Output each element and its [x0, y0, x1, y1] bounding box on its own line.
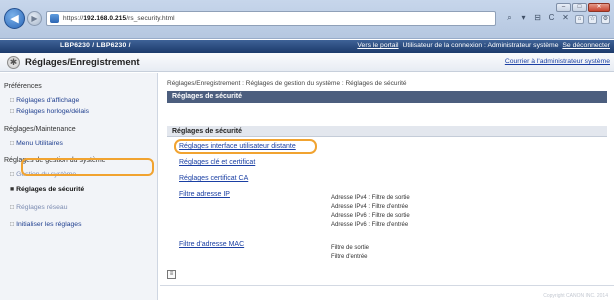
highlight-sidebar — [21, 158, 154, 176]
sidebar-section-preferences: Préférences — [4, 83, 42, 90]
sidebar: Préférences □ Réglages d'affichage □ Régla… — [0, 73, 158, 300]
address-bar[interactable]: https://192.168.0.215/rs_security.html — [46, 11, 496, 26]
ip-filter-line: Adresse IPv4 : Filtre de sortie — [331, 195, 410, 201]
link-ca-certificate-settings[interactable]: Réglages certificat CA — [179, 175, 248, 182]
browser-toolbar-icons: ⌂ ☆ ⚙ — [575, 15, 610, 24]
settings-icon[interactable]: ⚙ — [601, 15, 610, 24]
maximize-button[interactable]: □ — [572, 3, 587, 12]
bullet-icon: □ — [10, 97, 15, 104]
refresh-icon[interactable]: C — [547, 13, 556, 23]
highlight-remote-ui-link — [174, 139, 317, 154]
portal-link[interactable]: Vers le portail — [357, 42, 398, 49]
sidebar-item-label: Réglages réseau — [16, 204, 68, 211]
bullet-icon: □ — [10, 171, 15, 178]
header-right: Vers le portail Utilisateur de la connex… — [357, 42, 610, 49]
bullet-icon: ■ — [10, 186, 15, 193]
sidebar-item-label: Initialiser les réglages — [16, 221, 82, 228]
address-tools: ⌕ ▾ ⊟ C ✕ — [505, 13, 570, 23]
window-controls: – □ ✕ — [556, 3, 610, 12]
user-label: Utilisateur de la connexion : Administra… — [402, 42, 559, 49]
sidebar-item-utilities-menu[interactable]: □ Menu Utilitaires — [10, 140, 63, 147]
ip-filter-info: Adresse IPv4 : Filtre de sortie Adresse … — [331, 194, 410, 230]
sidebar-section-maintenance: Réglages/Maintenance — [4, 126, 76, 133]
arrow-left-icon: ◀ — [10, 13, 19, 25]
browser-chrome: – □ ✕ ◀ ▶ https://192.168.0.215/rs_secur… — [0, 0, 614, 39]
link-mac-address-filter[interactable]: Filtre d'adresse MAC — [179, 241, 244, 248]
dropdown-icon[interactable]: ▾ — [519, 13, 528, 23]
bullet-icon: □ — [10, 221, 15, 228]
page-icon — [50, 14, 59, 23]
mac-filter-info: Filtre de sortie Filtre d'entrée — [331, 244, 369, 262]
url-text: https://192.168.0.215/rs_security.html — [63, 15, 175, 22]
main-content: Réglages/Enregistrement : Réglages de ge… — [160, 73, 614, 300]
mac-filter-line: Filtre de sortie — [331, 245, 370, 251]
section-heading: Réglages de sécurité — [167, 126, 607, 137]
sidebar-item-label: Réglages horloge/délais — [16, 108, 90, 115]
search-icon[interactable]: ⌕ — [505, 13, 514, 23]
url-path: /rs_security.html — [126, 15, 175, 22]
link-ip-address-filter[interactable]: Filtre adresse IP — [179, 191, 230, 198]
printer-model: LBP6230 / LBP6230 / — [60, 42, 131, 49]
url-prefix: https:// — [63, 15, 84, 22]
arrow-right-icon: ▶ — [31, 14, 38, 23]
sidebar-item-network-settings[interactable]: □ Réglages réseau — [10, 204, 68, 211]
page-title: Réglages/Enregistrement — [25, 57, 140, 68]
ip-filter-line: Adresse IPv6 : Filtre de sortie — [331, 213, 410, 219]
title-bar: ✱ Réglages/Enregistrement Courrier à l'a… — [0, 53, 614, 72]
bullet-icon: □ — [10, 108, 15, 115]
sidebar-item-clock-settings[interactable]: □ Réglages horloge/délais — [10, 108, 89, 115]
favorites-icon[interactable]: ☆ — [588, 15, 597, 24]
close-window-button[interactable]: ✕ — [588, 3, 610, 12]
bullet-icon: □ — [10, 140, 15, 147]
printer-header-bar: LBP6230 / LBP6230 / Vers le portail Util… — [0, 40, 614, 53]
breadcrumb: Réglages/Enregistrement : Réglages de ge… — [167, 80, 407, 87]
home-icon[interactable]: ⌂ — [575, 15, 584, 24]
sidebar-item-label: Réglages de sécurité — [16, 186, 85, 193]
ip-filter-line: Adresse IPv6 : Filtre d'entrée — [331, 222, 409, 228]
mac-filter-line: Filtre d'entrée — [331, 254, 368, 260]
bullet-icon: □ — [10, 204, 15, 211]
sidebar-item-label: Menu Utilitaires — [16, 140, 63, 147]
sidebar-item-label: Réglages d'affichage — [16, 97, 80, 104]
logout-link[interactable]: Se déconnecter — [562, 42, 610, 49]
url-host: 192.168.0.215 — [83, 15, 127, 22]
sidebar-item-security-settings[interactable]: ■ Réglages de sécurité — [10, 186, 84, 193]
footer-divider — [160, 285, 614, 286]
ip-filter-line: Adresse IPv4 : Filtre d'entrée — [331, 204, 409, 210]
link-key-certificate-settings[interactable]: Réglages clé et certificat — [179, 159, 255, 166]
admin-mail-link[interactable]: Courrier à l'administrateur système — [505, 58, 610, 65]
stop-icon[interactable]: ✕ — [561, 13, 570, 23]
back-button[interactable]: ◀ — [4, 8, 25, 29]
sidebar-item-reset-settings[interactable]: □ Initialiser les réglages — [10, 221, 81, 228]
page-heading: Réglages de sécurité — [167, 91, 607, 103]
copyright-text: Copyright CANON INC. 2014 — [543, 293, 608, 299]
print-page-icon[interactable]: ≡ — [167, 270, 176, 279]
minimize-button[interactable]: – — [556, 3, 571, 12]
settings-gear-icon: ✱ — [7, 56, 20, 69]
forward-button[interactable]: ▶ — [27, 11, 42, 26]
sidebar-item-display-settings[interactable]: □ Réglages d'affichage — [10, 97, 79, 104]
compat-view-icon[interactable]: ⊟ — [533, 13, 542, 23]
